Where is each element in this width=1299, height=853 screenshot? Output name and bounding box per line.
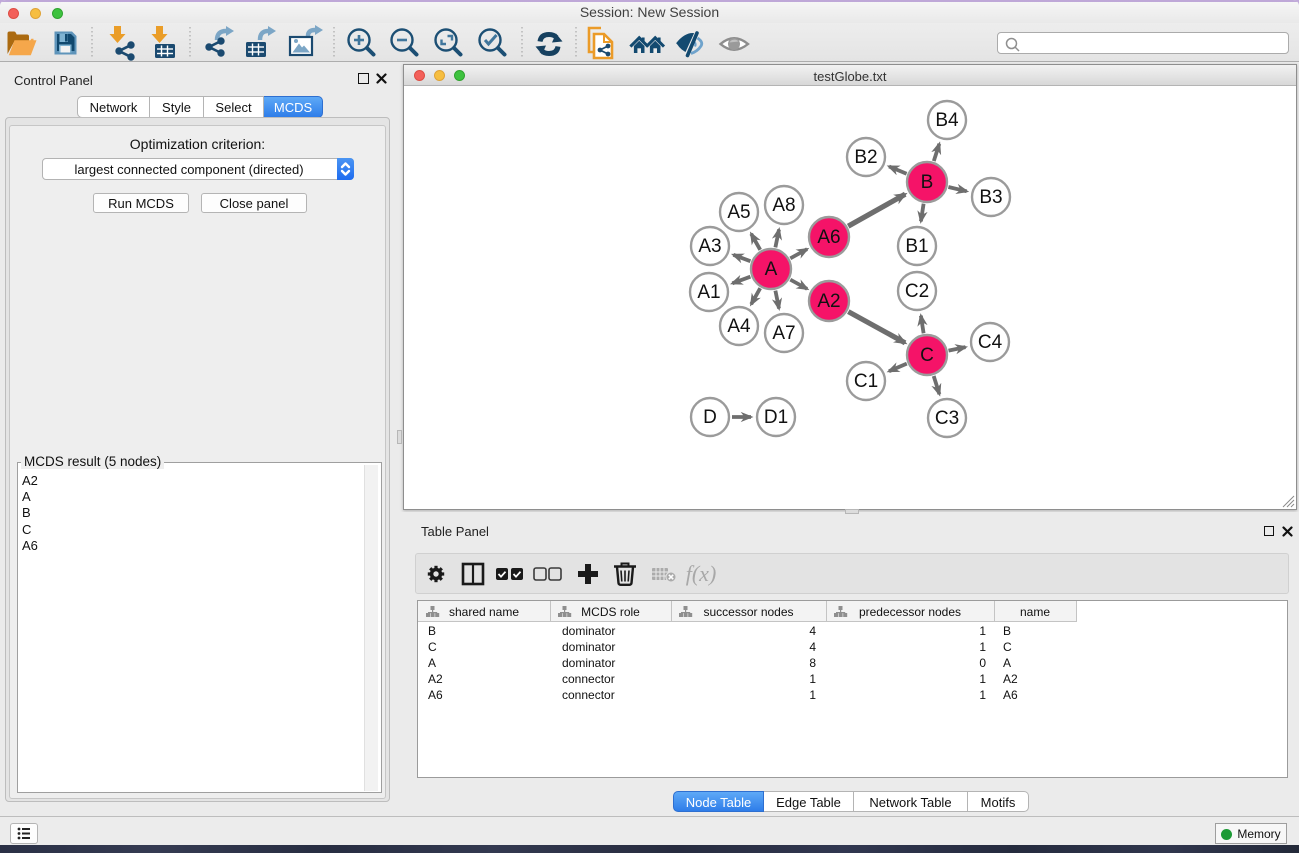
svg-text:D1: D1 <box>764 407 788 428</box>
svg-text:A4: A4 <box>727 316 751 337</box>
svg-text:D: D <box>703 407 717 428</box>
svg-text:A3: A3 <box>698 236 721 257</box>
svg-text:C1: C1 <box>854 371 878 392</box>
svg-text:f(x): f(x) <box>686 561 717 586</box>
svg-text:B2: B2 <box>854 147 877 168</box>
svg-text:A6: A6 <box>817 227 840 248</box>
svg-text:A8: A8 <box>772 195 795 216</box>
svg-text:A5: A5 <box>727 202 750 223</box>
svg-text:B3: B3 <box>979 187 1002 208</box>
svg-text:B1: B1 <box>905 236 928 257</box>
svg-text:C4: C4 <box>978 332 1003 353</box>
svg-text:B: B <box>921 172 934 193</box>
svg-text:C2: C2 <box>905 281 929 302</box>
svg-text:A1: A1 <box>697 282 720 303</box>
svg-text:A2: A2 <box>817 291 840 312</box>
svg-text:C: C <box>920 345 934 366</box>
svg-text:C3: C3 <box>935 408 959 429</box>
svg-text:A: A <box>765 259 778 280</box>
svg-text:A7: A7 <box>772 323 795 344</box>
svg-text:B4: B4 <box>935 110 959 131</box>
